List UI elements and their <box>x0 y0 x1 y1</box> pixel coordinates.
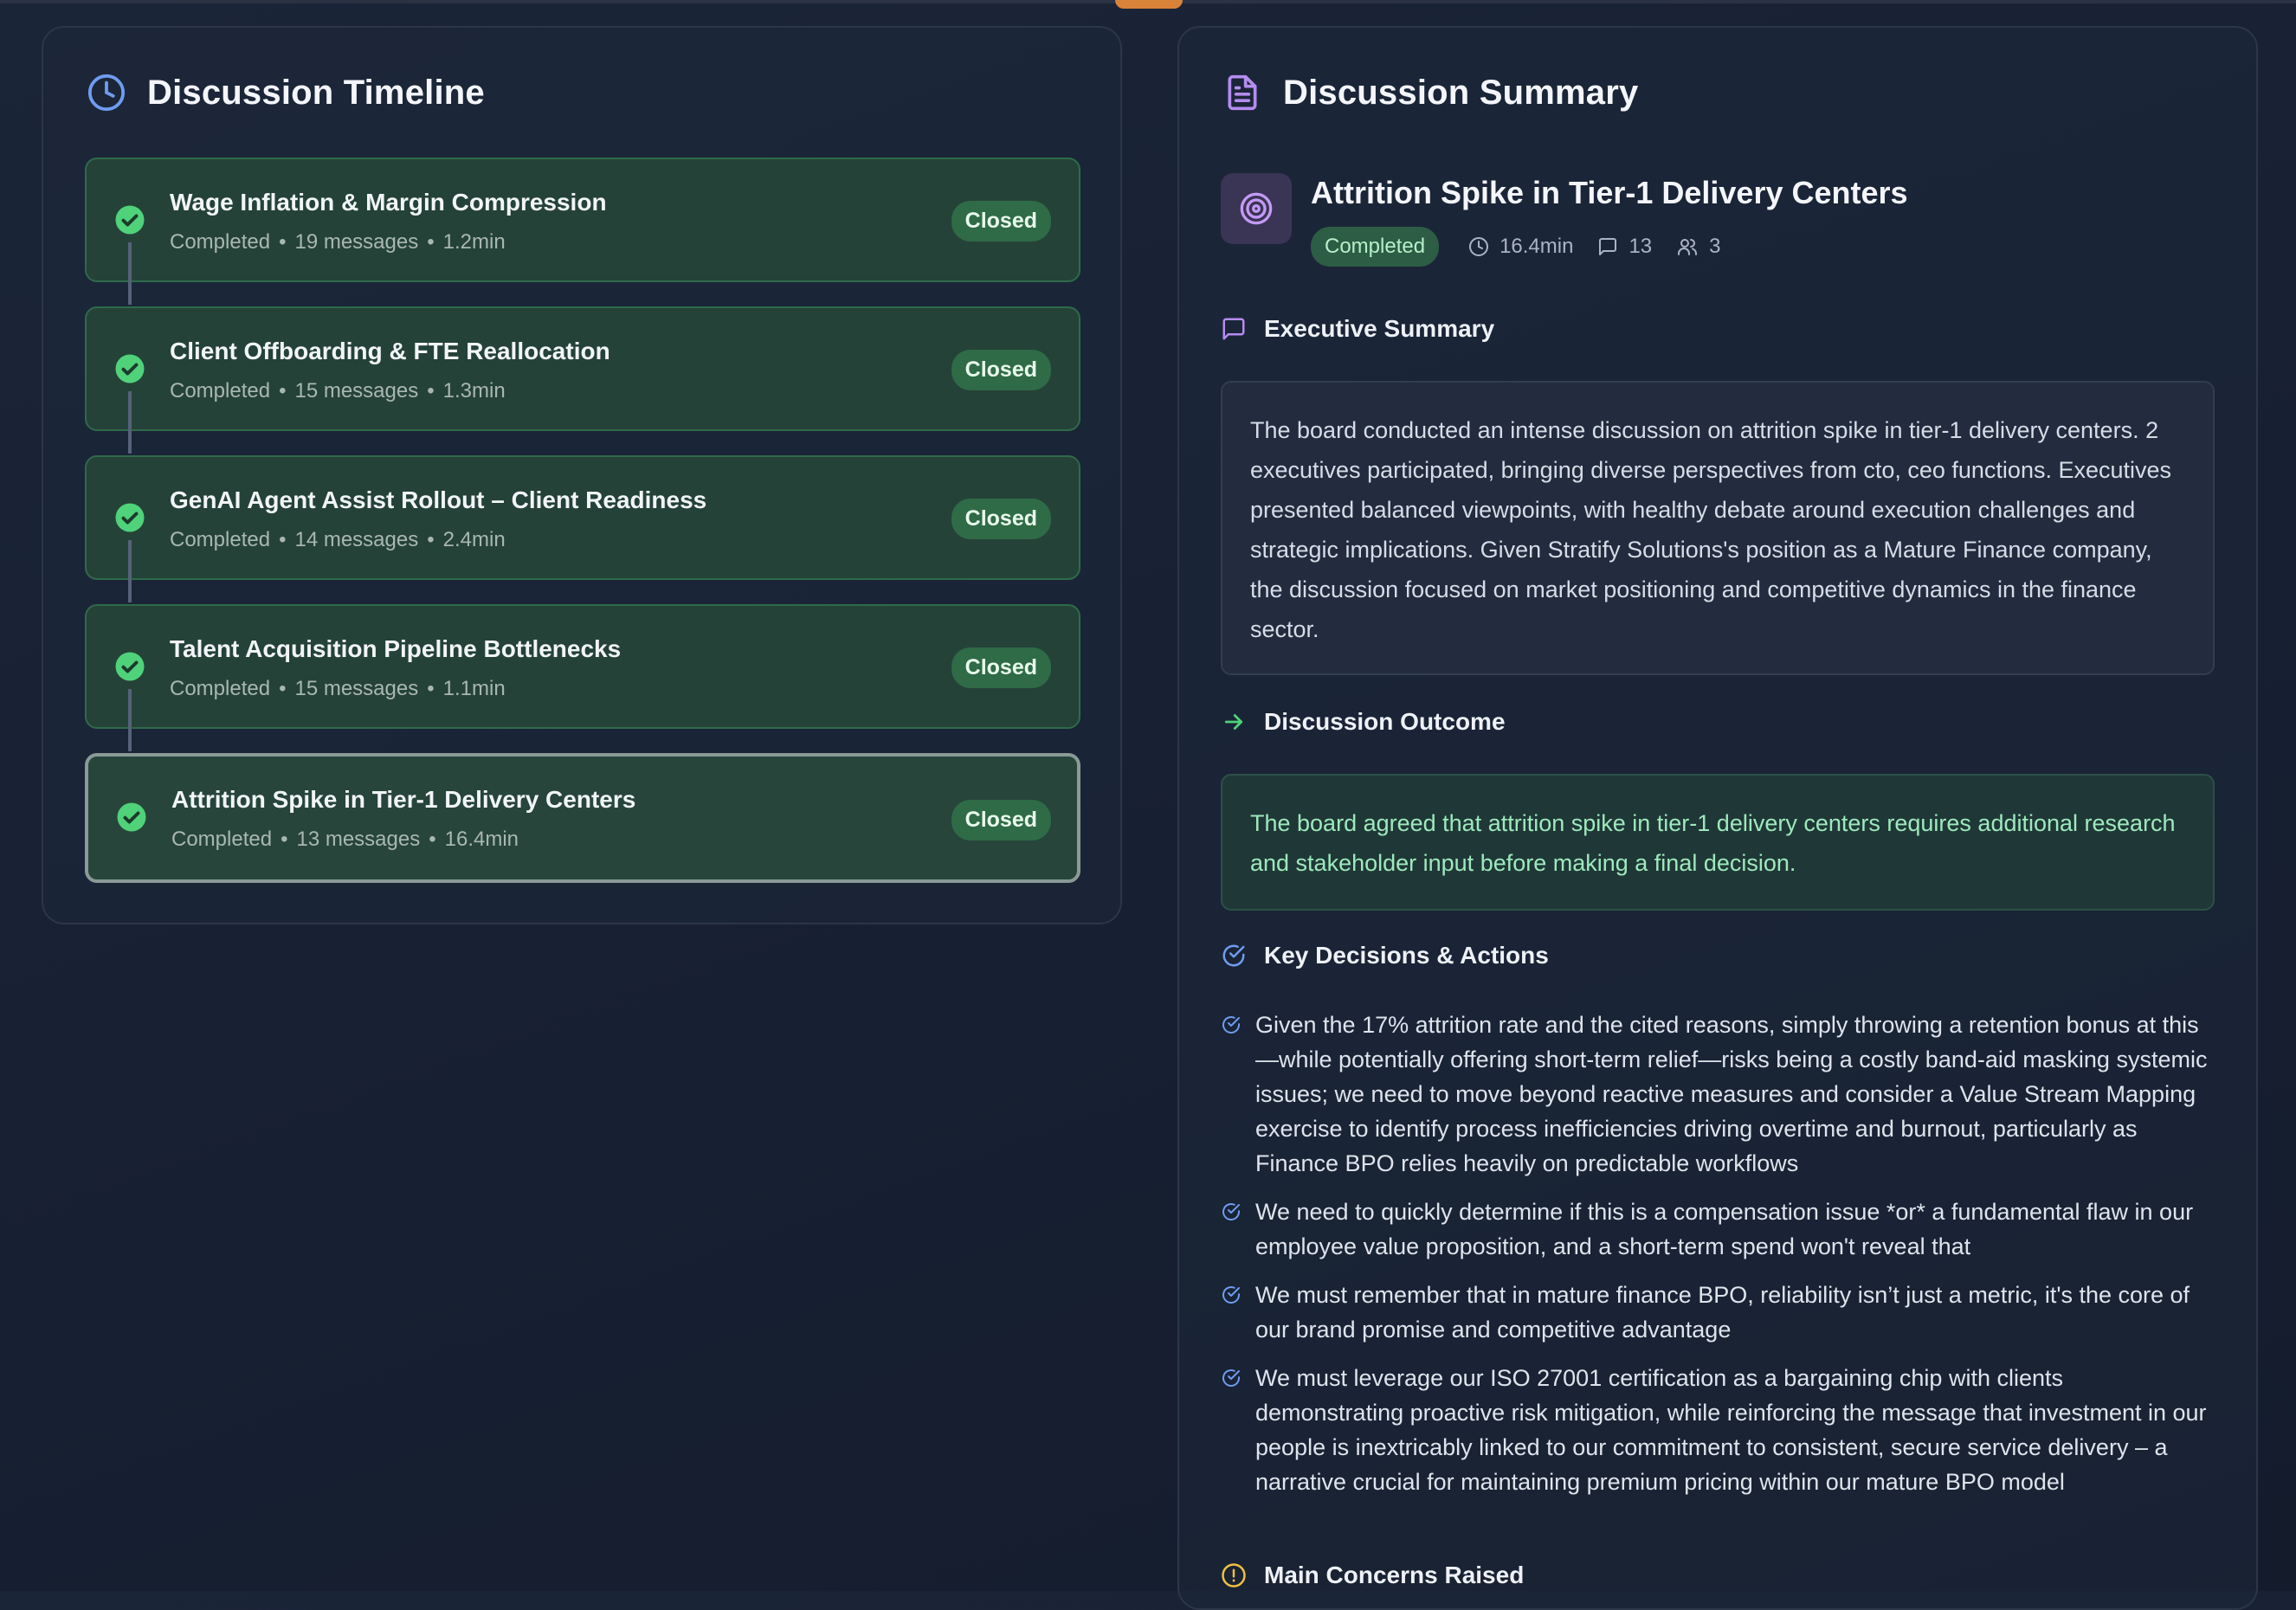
list-item: Given the 17% attrition rate and the cit… <box>1221 1008 2216 1181</box>
timeline-list: Wage Inflation & Margin Compression Comp… <box>85 158 1080 907</box>
timeline-item-title: Attrition Spike in Tier-1 Delivery Cente… <box>171 786 636 813</box>
status-badge: Completed <box>1311 227 1440 267</box>
timeline-item-title: Client Offboarding & FTE Reallocation <box>170 338 610 364</box>
status-badge: Closed <box>951 350 1051 390</box>
arrow-right-icon <box>1224 714 1243 730</box>
timeline-item-meta: Completed • 14 messages • 2.4min <box>170 528 506 551</box>
key-decisions-heading: Key Decisions & Actions <box>1221 942 1549 969</box>
status-badge: Closed <box>951 499 1051 539</box>
check-circle-icon <box>1222 1286 1240 1304</box>
target-icon <box>1221 173 1292 244</box>
timeline-header: Discussion Timeline <box>85 71 485 114</box>
alert-circle-icon <box>1222 1563 1246 1587</box>
check-circle-icon <box>115 205 145 235</box>
timeline-title: Discussion Timeline <box>147 73 485 112</box>
timeline-item[interactable]: Talent Acquisition Pipeline Bottlenecks … <box>85 604 1080 751</box>
timeline-item-title: GenAI Agent Assist Rollout – Client Read… <box>170 486 707 513</box>
status-badge: Closed <box>951 800 1051 840</box>
message-square-icon <box>1222 318 1245 340</box>
document-icon <box>1221 71 1264 114</box>
key-decisions-list: Given the 17% attrition rate and the cit… <box>1221 1008 2216 1513</box>
timeline-item-meta: Completed • 15 messages • 1.1min <box>170 677 506 700</box>
timeline-item-meta: Completed • 15 messages • 1.3min <box>170 379 506 402</box>
duration-stat: 16.4min <box>1468 235 1573 259</box>
timeline-item-active[interactable]: Attrition Spike in Tier-1 Delivery Cente… <box>85 753 1080 883</box>
check-circle-icon <box>1222 1369 1240 1387</box>
list-item: We must remember that in mature finance … <box>1221 1278 2216 1347</box>
clock-icon <box>1469 237 1489 256</box>
participants-stat: 3 <box>1676 235 1721 259</box>
status-badge: Closed <box>951 201 1051 242</box>
timeline-connector <box>128 689 132 751</box>
check-circle-icon <box>115 354 145 383</box>
messages-stat: 13 <box>1597 235 1652 259</box>
timeline-item-meta: Completed • 13 messages • 16.4min <box>171 828 519 851</box>
check-circle-icon <box>1222 1016 1240 1034</box>
executive-summary-heading: Executive Summary <box>1221 315 1494 343</box>
timeline-item-title: Talent Acquisition Pipeline Bottlenecks <box>170 635 622 662</box>
executive-summary-text: The board conducted an intense discussio… <box>1221 381 2215 675</box>
summary-title: Discussion Summary <box>1283 73 1639 112</box>
timeline-connector <box>128 540 132 602</box>
list-item: We must leverage our ISO 27001 certifica… <box>1221 1361 2216 1499</box>
discussion-outcome-heading: Discussion Outcome <box>1221 708 1506 736</box>
timeline-item-title: Wage Inflation & Margin Compression <box>170 189 607 216</box>
timeline-item[interactable]: Wage Inflation & Margin Compression Comp… <box>85 158 1080 305</box>
topic-meta: Completed 16.4min 13 3 <box>1311 227 1908 267</box>
discussion-outcome-text: The board agreed that attrition spike in… <box>1221 774 2215 911</box>
users-icon <box>1678 239 1698 255</box>
discussion-summary-panel: Discussion Summary Attrition Spike in Ti… <box>1177 26 2258 1610</box>
check-circle-icon <box>1222 1203 1240 1220</box>
timeline-connector <box>128 242 132 305</box>
clock-icon <box>85 71 128 114</box>
timeline-connector <box>128 391 132 454</box>
message-square-icon <box>1599 238 1617 255</box>
check-circle-icon <box>117 802 146 832</box>
topic-header: Attrition Spike in Tier-1 Delivery Cente… <box>1221 173 1908 267</box>
timeline-item-meta: Completed • 19 messages • 1.2min <box>170 230 506 254</box>
check-circle-icon <box>115 652 145 681</box>
list-item: We need to quickly determine if this is … <box>1221 1195 2216 1264</box>
top-tab-indicator[interactable] <box>1115 0 1183 9</box>
topic-title: Attrition Spike in Tier-1 Delivery Cente… <box>1311 175 1908 210</box>
main-concerns-heading: Main Concerns Raised <box>1221 1562 1524 1589</box>
status-badge: Closed <box>951 647 1051 688</box>
check-circle-icon <box>115 503 145 532</box>
timeline-item[interactable]: GenAI Agent Assist Rollout – Client Read… <box>85 455 1080 602</box>
timeline-item[interactable]: Client Offboarding & FTE Reallocation Co… <box>85 306 1080 454</box>
discussion-timeline-panel: Discussion Timeline Wage Inflation & Mar… <box>42 26 1122 924</box>
summary-header: Discussion Summary <box>1221 71 1638 114</box>
check-circle-icon <box>1222 944 1245 967</box>
